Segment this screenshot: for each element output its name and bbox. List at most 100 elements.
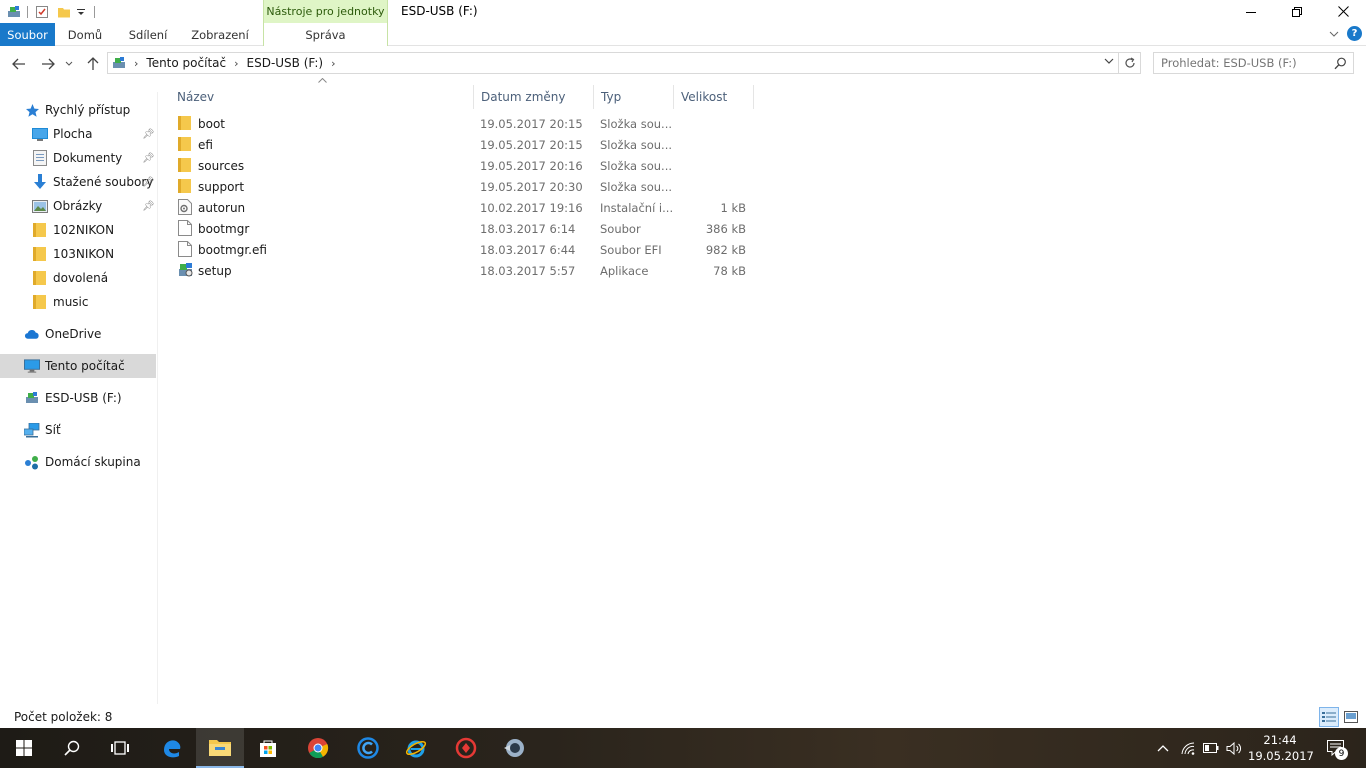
search-box[interactable]	[1153, 52, 1354, 74]
minimize-button[interactable]	[1228, 0, 1274, 23]
pin-icon[interactable]: 📌︎	[142, 153, 155, 164]
breadcrumb-this-pc[interactable]: Tento počítač	[146, 56, 226, 70]
sidebar-item-desktop[interactable]: Plocha 📌︎	[0, 122, 156, 146]
chevron-down-icon[interactable]	[76, 4, 86, 20]
column-header-size[interactable]: Velikost	[674, 85, 754, 109]
column-header-name[interactable]: Název	[170, 85, 474, 109]
folder-icon	[32, 294, 48, 310]
show-hidden-icons-button[interactable]	[1152, 728, 1174, 768]
drive-icon[interactable]	[6, 4, 22, 20]
antivirus-button[interactable]	[442, 728, 490, 768]
pin-icon[interactable]: 📌︎	[142, 201, 155, 212]
tab-file[interactable]: Soubor	[0, 23, 55, 46]
file-date: 10.02.2017 19:16	[480, 200, 583, 215]
sidebar-item-documents[interactable]: Dokumenty 📌︎	[0, 146, 156, 170]
file-date: 18.03.2017 6:14	[480, 221, 576, 236]
sidebar-item-label: Tento počítač	[45, 359, 125, 373]
file-type: Složka sou...	[600, 116, 673, 131]
search-icon[interactable]	[1334, 57, 1347, 73]
sidebar-item-102nikon[interactable]: 102NIKON	[0, 218, 156, 242]
file-row-bootmgr-efi[interactable]: bootmgr.efi 18.03.2017 6:44 Soubor EFI 9…	[170, 239, 760, 260]
file-row-sources[interactable]: sources 19.05.2017 20:16 Složka sou...	[170, 155, 760, 176]
column-header-type[interactable]: Typ	[594, 85, 674, 109]
taskbar-clock[interactable]: 21:44 19.05.2017	[1248, 732, 1314, 764]
breadcrumb-separator-icon[interactable]: ›	[234, 57, 238, 70]
properties-icon[interactable]	[34, 4, 50, 20]
forward-button[interactable]	[38, 54, 58, 74]
sidebar-item-label: Síť	[45, 423, 61, 437]
file-row-autorun[interactable]: autorun 10.02.2017 19:16 Instalační i...…	[170, 197, 760, 218]
file-date: 19.05.2017 20:30	[480, 179, 583, 194]
search-button[interactable]	[48, 728, 96, 768]
tab-share[interactable]: Sdílení	[118, 23, 178, 46]
sidebar-item-onedrive[interactable]: OneDrive	[0, 322, 156, 346]
file-explorer-button[interactable]	[196, 728, 244, 768]
file-row-bootmgr[interactable]: bootmgr 18.03.2017 6:14 Soubor 386 kB	[170, 218, 760, 239]
breadcrumb-separator-icon[interactable]: ›	[134, 57, 138, 70]
window-title: ESD-USB (F:)	[401, 4, 478, 18]
refresh-button[interactable]	[1119, 52, 1141, 74]
tab-home[interactable]: Domů	[55, 23, 115, 46]
breadcrumb-esd-usb[interactable]: ESD-USB (F:)	[247, 56, 324, 70]
up-button[interactable]	[83, 54, 103, 74]
folder-icon	[178, 178, 194, 194]
file-size	[680, 155, 746, 176]
store-button[interactable]	[244, 728, 292, 768]
file-row-efi[interactable]: efi 19.05.2017 20:15 Složka sou...	[170, 134, 760, 155]
ccleaner-button[interactable]	[344, 728, 392, 768]
internet-explorer-button[interactable]	[392, 728, 440, 768]
file-row-setup[interactable]: setup 18.03.2017 5:57 Aplikace 78 kB	[170, 260, 760, 281]
file-name: autorun	[198, 200, 246, 215]
volume-tray-button[interactable]	[1223, 728, 1245, 768]
pin-icon[interactable]: 📌︎	[142, 129, 155, 140]
app-button[interactable]	[490, 728, 538, 768]
sidebar-item-network[interactable]: Síť	[0, 418, 156, 442]
sidebar-item-103nikon[interactable]: 103NIKON	[0, 242, 156, 266]
file-name: bootmgr.efi	[198, 242, 267, 257]
recent-locations-chevron-icon[interactable]	[62, 54, 76, 74]
quick-access-toolbar	[0, 0, 95, 23]
sidebar-item-quick-access[interactable]: Rychlý přístup	[0, 98, 156, 122]
pin-icon[interactable]: 📌︎	[142, 177, 155, 188]
edge-button[interactable]	[148, 728, 196, 768]
file-type: Instalační i...	[600, 200, 674, 215]
sidebar-item-pictures[interactable]: Obrázky 📌︎	[0, 194, 156, 218]
tab-manage[interactable]: Správa	[263, 23, 388, 46]
file-name: setup	[198, 263, 232, 278]
file-size: 982 kB	[705, 242, 746, 257]
file-name: boot	[198, 116, 226, 131]
sidebar-item-dovolena[interactable]: dovolená	[0, 266, 156, 290]
file-name: support	[198, 179, 245, 194]
sidebar-item-this-pc[interactable]: Tento počítač	[0, 354, 156, 378]
search-input[interactable]	[1161, 56, 1331, 70]
sidebar-item-homegroup[interactable]: Domácí skupina	[0, 450, 156, 474]
file-row-support[interactable]: support 19.05.2017 20:30 Složka sou...	[170, 176, 760, 197]
battery-icon	[1203, 743, 1219, 753]
help-button[interactable]: ?	[1347, 26, 1362, 41]
battery-tray-button[interactable]	[1200, 728, 1222, 768]
file-row-boot[interactable]: boot 19.05.2017 20:15 Složka sou...	[170, 113, 760, 134]
sidebar-item-music[interactable]: music	[0, 290, 156, 314]
address-dropdown-chevron-icon[interactable]	[1104, 56, 1114, 69]
sidebar-item-esd-usb[interactable]: ESD-USB (F:)	[0, 386, 156, 410]
file-date: 19.05.2017 20:16	[480, 158, 583, 173]
close-button[interactable]	[1320, 0, 1366, 23]
tab-view[interactable]: Zobrazení	[184, 23, 256, 46]
task-view-button[interactable]	[96, 728, 144, 768]
details-view-button[interactable]	[1319, 707, 1339, 727]
store-icon	[260, 740, 276, 757]
chrome-button[interactable]	[294, 728, 342, 768]
back-button[interactable]	[9, 54, 29, 74]
column-header-date[interactable]: Datum změny	[474, 85, 594, 109]
expand-ribbon-chevron-icon[interactable]	[1329, 27, 1339, 41]
address-bar[interactable]: › Tento počítač › ESD-USB (F:) ›	[107, 52, 1119, 74]
network-tray-button[interactable]	[1177, 728, 1199, 768]
new-folder-icon[interactable]	[56, 4, 72, 20]
sidebar-item-downloads[interactable]: Stažené soubory 📌︎	[0, 170, 156, 194]
restore-button[interactable]	[1274, 0, 1320, 23]
ribbon-tabs: Soubor Domů Sdílení Zobrazení Správa ?	[0, 23, 1366, 46]
large-icons-view-button[interactable]	[1341, 707, 1361, 727]
breadcrumb-separator-icon[interactable]: ›	[331, 57, 335, 70]
start-button[interactable]	[0, 728, 48, 768]
file-date: 19.05.2017 20:15	[480, 137, 583, 152]
